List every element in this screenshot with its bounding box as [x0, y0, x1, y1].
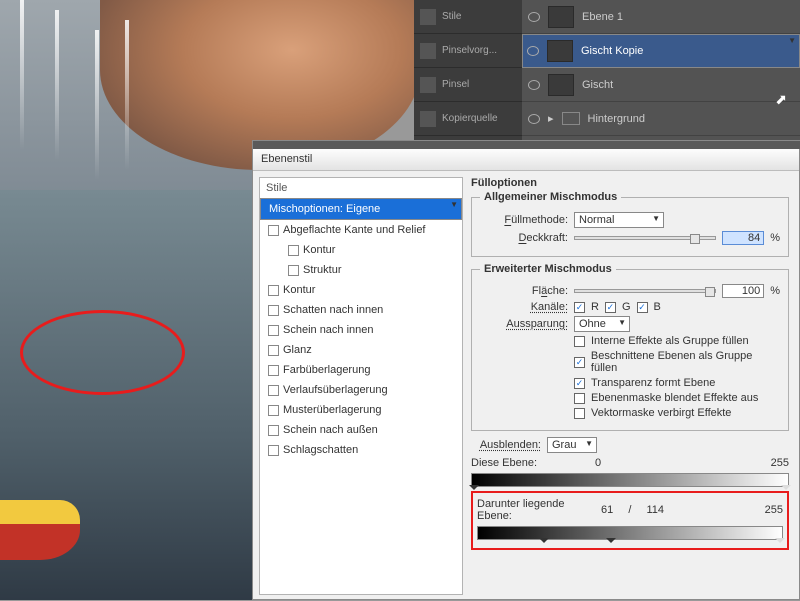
opacity-label: Deckkraft:: [480, 232, 568, 244]
visibility-icon[interactable]: [528, 114, 540, 124]
channel-b-check[interactable]: [637, 302, 648, 313]
style-item[interactable]: Schein nach innen: [260, 320, 462, 340]
style-item[interactable]: Struktur: [260, 260, 462, 280]
checkbox[interactable]: [268, 445, 279, 456]
checkbox[interactable]: [268, 305, 279, 316]
cursor-icon: ⬈: [775, 91, 787, 108]
visibility-icon[interactable]: [528, 12, 540, 22]
checkbox[interactable]: [268, 405, 279, 416]
layermask-hide-check[interactable]: [574, 393, 585, 404]
fill-method-select[interactable]: Normal: [574, 212, 664, 228]
style-item[interactable]: Verlaufsüberlagerung: [260, 380, 462, 400]
fill-method-label: Füllmethode:: [480, 214, 568, 226]
layer-row[interactable]: Gischt Kopie⬈: [522, 34, 800, 68]
layer-thumb: [548, 74, 574, 96]
this-layer-gradient[interactable]: [471, 473, 789, 487]
style-item[interactable]: Glanz: [260, 340, 462, 360]
checkbox[interactable]: [288, 245, 299, 256]
annotation-rectangle: Darunter liegende Ebene:61 / 114255: [471, 491, 789, 550]
style-item[interactable]: Kontur: [260, 240, 462, 260]
style-item-blendopts[interactable]: Mischoptionen: Eigene: [260, 198, 462, 220]
transparency-shapes-check[interactable]: [574, 378, 585, 389]
visibility-icon[interactable]: [528, 80, 540, 90]
layer-row[interactable]: Ebene 1: [522, 0, 800, 34]
annotation-ellipse: [20, 310, 185, 395]
general-blend-legend: Allgemeiner Mischmodus: [480, 191, 621, 203]
panel-tab-pinselvorgaben[interactable]: Pinselvorg...: [414, 34, 522, 68]
styles-header: Stile: [260, 178, 462, 198]
underlying-label: Darunter liegende Ebene:: [477, 498, 595, 522]
checkbox[interactable]: [268, 225, 279, 236]
blendif-label: Ausblenden:: [471, 439, 541, 451]
checkbox[interactable]: [268, 425, 279, 436]
fill-options-header: Fülloptionen: [471, 177, 789, 189]
composite-image: [0, 0, 252, 600]
panels-toolcol: Stile Pinselvorg... Pinsel Kopierquelle: [414, 0, 522, 140]
knockout-select[interactable]: Ohne: [574, 316, 630, 332]
channel-g-check[interactable]: [605, 302, 616, 313]
checkbox[interactable]: [268, 385, 279, 396]
channel-r-check[interactable]: [574, 302, 585, 313]
visibility-icon[interactable]: [527, 46, 539, 56]
vectormask-hide-check[interactable]: [574, 408, 585, 419]
style-item[interactable]: Musterüberlagerung: [260, 400, 462, 420]
dialog-title: Ebenenstil: [253, 149, 799, 171]
clonesource-icon: [420, 111, 436, 127]
layer-style-dialog: Ebenenstil Stile Mischoptionen: Eigene A…: [252, 140, 800, 600]
area-input[interactable]: 100: [722, 284, 764, 298]
style-item[interactable]: Schein nach außen: [260, 420, 462, 440]
internal-fx-check[interactable]: [574, 336, 585, 347]
brush-icon: [420, 77, 436, 93]
knockout-label: Aussparung:: [480, 318, 568, 330]
layer-thumb: [547, 40, 573, 62]
panel-tab-pinsel[interactable]: Pinsel: [414, 68, 522, 102]
fx-icon: [420, 9, 436, 25]
clipped-layers-check[interactable]: [574, 357, 585, 368]
style-item[interactable]: Schatten nach innen: [260, 300, 462, 320]
layer-thumb: [548, 6, 574, 28]
area-label: Fläche:: [480, 285, 568, 297]
advanced-blend-group: Erweiterter Mischmodus Fläche: 100 % Kan…: [471, 263, 789, 431]
brushpreset-icon: [420, 43, 436, 59]
layers-panel: Ebene 1 Gischt Kopie⬈ Gischt ▸Hintergrun…: [522, 0, 800, 140]
panel-tab-kopierquelle[interactable]: Kopierquelle: [414, 102, 522, 136]
layer-row[interactable]: Gischt: [522, 68, 800, 102]
checkbox[interactable]: [268, 365, 279, 376]
opacity-slider[interactable]: [574, 236, 716, 240]
general-blend-group: Allgemeiner Mischmodus Füllmethode: Norm…: [471, 191, 789, 257]
style-item[interactable]: Schlagschatten: [260, 440, 462, 460]
panel-tab-stile[interactable]: Stile: [414, 0, 522, 34]
underlying-gradient[interactable]: [477, 526, 783, 540]
folder-icon: [562, 112, 580, 125]
area-slider[interactable]: [574, 289, 716, 293]
styles-list: Stile Mischoptionen: Eigene Abgeflachte …: [259, 177, 463, 595]
style-item[interactable]: Kontur: [260, 280, 462, 300]
layer-row[interactable]: ▸Hintergrund: [522, 102, 800, 136]
expand-icon[interactable]: ▸: [548, 112, 554, 125]
blendif-select[interactable]: Grau: [547, 437, 597, 453]
channels-label: Kanäle:: [480, 301, 568, 313]
advanced-blend-legend: Erweiterter Mischmodus: [480, 263, 616, 275]
this-layer-label: Diese Ebene:: [471, 457, 589, 469]
style-item[interactable]: Farbüberlagerung: [260, 360, 462, 380]
checkbox[interactable]: [268, 345, 279, 356]
checkbox[interactable]: [268, 285, 279, 296]
checkbox[interactable]: [268, 325, 279, 336]
checkbox[interactable]: [288, 265, 299, 276]
style-item[interactable]: Abgeflachte Kante und Relief: [260, 220, 462, 240]
opacity-input[interactable]: 84: [722, 231, 764, 245]
